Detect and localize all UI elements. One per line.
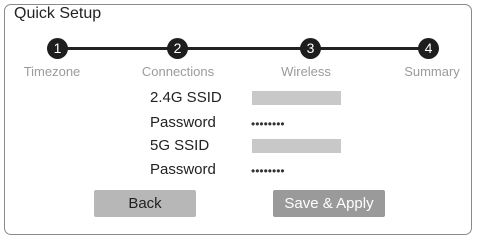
password-24g-field[interactable]: •••••••• [251,117,285,131]
ssid-5g-field[interactable] [252,139,341,153]
ssid-24g-field[interactable] [252,91,341,105]
step-3-marker: 3 [300,38,321,59]
back-button[interactable]: Back [94,190,196,217]
step-4-label: Summary [404,64,460,79]
quick-setup-panel [4,4,472,235]
ssid-24g-label: 2.4G SSID [150,89,222,106]
step-1-label: Timezone [23,64,81,79]
save-apply-button[interactable]: Save & Apply [273,190,385,217]
step-connector-line [58,47,428,50]
password-5g-field[interactable]: •••••••• [251,164,285,178]
page-title: Quick Setup [14,5,102,22]
step-1-marker: 1 [47,38,68,59]
step-2-label: Connections [141,64,215,79]
ssid-5g-label: 5G SSID [150,137,210,154]
step-2-marker: 2 [167,38,188,59]
step-3-label: Wireless [281,64,331,79]
password-5g-label: Password [150,161,216,178]
password-24g-label: Password [150,114,216,131]
step-4-marker: 4 [418,38,439,59]
